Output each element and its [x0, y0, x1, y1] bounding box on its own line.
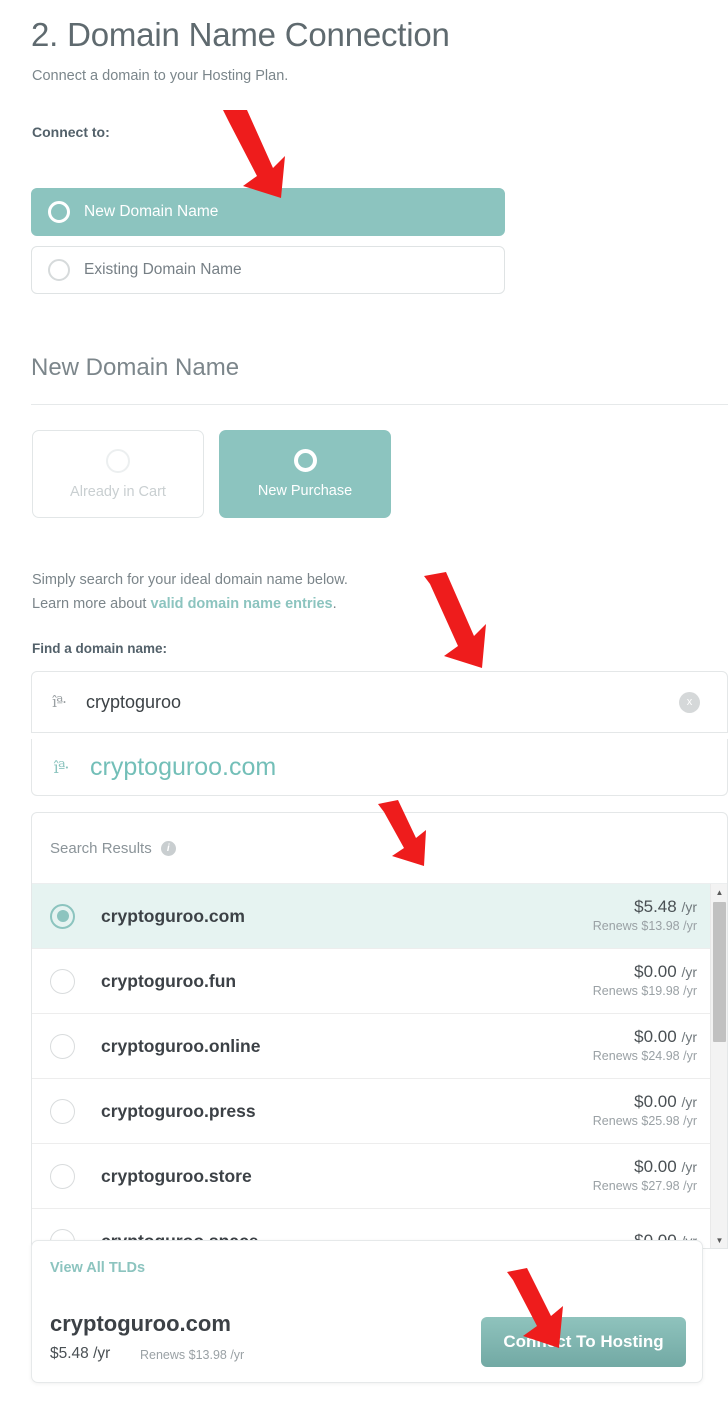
page-title: 2. Domain Name Connection — [31, 16, 450, 53]
helper-line-2-suffix: . — [332, 596, 337, 612]
result-radio[interactable] — [50, 1163, 75, 1189]
result-radio[interactable] — [50, 1098, 75, 1124]
result-renewal: Renews $13.98 /yr — [592, 919, 697, 933]
valid-domain-name-entries-link[interactable]: valid domain name entries — [151, 596, 333, 612]
search-results-list: cryptoguroo.com $5.48 /yr Renews $13.98 /y… — [32, 884, 727, 1248]
search-result-row[interactable]: cryptoguroo.fun $0.00 /yr Renews $19.98 /y… — [32, 949, 727, 1014]
helper-text: Simply search for your ideal domain name… — [32, 568, 348, 616]
toggle-already-in-cart[interactable]: Already in Cart — [32, 430, 204, 518]
result-radio[interactable] — [50, 1033, 75, 1059]
radio-new-domain-name-label: New Domain Name — [84, 203, 219, 220]
result-domain-name: cryptoguroo.com — [101, 905, 245, 926]
footer-selected-price: $5.48 /yr — [50, 1345, 111, 1362]
clear-search-icon[interactable]: x — [679, 691, 700, 713]
result-domain-name: cryptoguroo.online — [101, 1035, 261, 1056]
result-domain-name: cryptoguroo.store — [101, 1165, 252, 1186]
toggle-already-in-cart-label: Already in Cart — [70, 483, 166, 500]
search-suggestion-row[interactable]: îª· cryptoguroo.com — [31, 739, 728, 796]
result-price: $5.48 /yr — [593, 897, 697, 917]
footer-selected-renewal: Renews $13.98 /yr — [140, 1348, 245, 1362]
result-price-block: $5.48 /yr Renews $13.98 /yr — [593, 897, 697, 935]
result-price-value: $0.00 — [634, 1157, 677, 1176]
result-price-unit: /yr — [681, 1029, 697, 1045]
result-radio-dot — [56, 910, 69, 922]
section-divider — [31, 404, 728, 405]
scrollbar-thumb[interactable] — [713, 902, 726, 1042]
page-subtitle: Connect a domain to your Hosting Plan. — [32, 68, 289, 84]
search-result-row[interactable]: cryptoguroo.com $5.48 /yr Renews $13.98 /y… — [32, 884, 727, 949]
globe-icon: îª· — [53, 757, 70, 777]
search-result-row[interactable]: cryptoguroo.store $0.00 /yr Renews $27.98 … — [32, 1144, 727, 1209]
footer-selected-domain: cryptoguroo.com — [50, 1311, 231, 1336]
result-price: $0.00 /yr — [593, 1157, 697, 1177]
info-icon[interactable]: i — [160, 840, 176, 856]
search-results-panel: Search Results i cryptoguroo.com $5.48 /y… — [31, 812, 728, 1249]
scroll-up-icon[interactable]: ▲ — [711, 884, 727, 901]
radio-existing-domain-name-label: Existing Domain Name — [84, 261, 242, 278]
result-price-unit: /yr — [681, 1094, 697, 1110]
result-price-block: $0.00 /yr Renews $27.98 /yr — [593, 1157, 697, 1195]
result-radio[interactable] — [50, 968, 75, 994]
search-result-row[interactable]: cryptoguroo.online $0.00 /yr Renews $24.98… — [32, 1014, 727, 1079]
annotation-arrow-2 — [424, 572, 486, 668]
section-heading-new-domain-name: New Domain Name — [31, 354, 240, 381]
result-price-unit: /yr — [681, 964, 697, 980]
radio-indicator-icon — [48, 201, 70, 223]
result-renewal: Renews $19.98 /yr — [592, 984, 697, 998]
toggle-new-purchase-label: New Purchase — [257, 483, 353, 499]
result-price-block: $0.00 /yr Renews $24.98 /yr — [593, 1027, 697, 1065]
result-price: $0.00 /yr — [593, 1092, 697, 1112]
search-suggestion-label: cryptoguroo.com — [90, 752, 277, 781]
helper-line-2-prefix: Learn more about — [32, 596, 151, 612]
results-scrollbar[interactable]: ▲ ▼ — [710, 884, 727, 1248]
scroll-down-icon[interactable]: ▼ — [711, 1232, 727, 1248]
helper-line-1: Simply search for your ideal domain name… — [32, 572, 348, 588]
search-result-row[interactable]: cryptoguroo.press $0.00 /yr Renews $25.98 … — [32, 1079, 727, 1144]
result-domain-name: cryptoguroo.fun — [101, 970, 237, 991]
radio-indicator-icon — [293, 449, 317, 472]
result-price: $0.00 /yr — [593, 1027, 697, 1047]
radio-indicator-icon — [106, 448, 130, 473]
result-price: $0.00 /yr — [593, 962, 697, 982]
radio-new-domain-name[interactable]: New Domain Name — [31, 188, 505, 236]
result-renewal: Renews $25.98 /yr — [592, 1114, 697, 1128]
result-renewal: Renews $27.98 /yr — [592, 1179, 697, 1193]
result-price-value: $5.48 — [634, 897, 677, 916]
connect-to-label: Connect to: — [32, 124, 110, 140]
connect-to-hosting-button[interactable]: Connect To Hosting — [481, 1317, 686, 1367]
result-price-value: $0.00 — [634, 1027, 677, 1046]
result-radio[interactable] — [50, 903, 75, 929]
result-price-block: $0.00 /yr Renews $19.98 /yr — [593, 962, 697, 1000]
search-input-value[interactable]: cryptoguroo — [86, 692, 679, 713]
radio-existing-domain-name[interactable]: Existing Domain Name — [31, 246, 505, 294]
selection-footer-panel: View All TLDs cryptoguroo.com $5.48 /yr … — [31, 1240, 703, 1383]
search-results-header: Search Results i — [32, 813, 727, 884]
result-price-value: $0.00 — [634, 962, 677, 981]
result-price-value: $0.00 — [634, 1092, 677, 1111]
domain-search-field[interactable]: îª· cryptoguroo x — [31, 671, 728, 733]
search-results-title: Search Results — [50, 839, 152, 857]
result-price-unit: /yr — [681, 899, 697, 915]
result-renewal: Renews $24.98 /yr — [592, 1049, 697, 1063]
result-price-unit: /yr — [681, 1159, 697, 1175]
search-icon: îª· — [52, 693, 67, 711]
radio-indicator-icon — [48, 259, 70, 281]
result-domain-name: cryptoguroo.press — [101, 1100, 256, 1121]
view-all-tlds-link[interactable]: View All TLDs — [50, 1260, 145, 1276]
find-a-domain-name-label: Find a domain name: — [32, 641, 168, 656]
result-price-block: $0.00 /yr Renews $25.98 /yr — [593, 1092, 697, 1130]
toggle-new-purchase[interactable]: New Purchase — [219, 430, 391, 518]
domain-connection-page: 2. Domain Name Connection Connect a doma… — [0, 0, 728, 1401]
